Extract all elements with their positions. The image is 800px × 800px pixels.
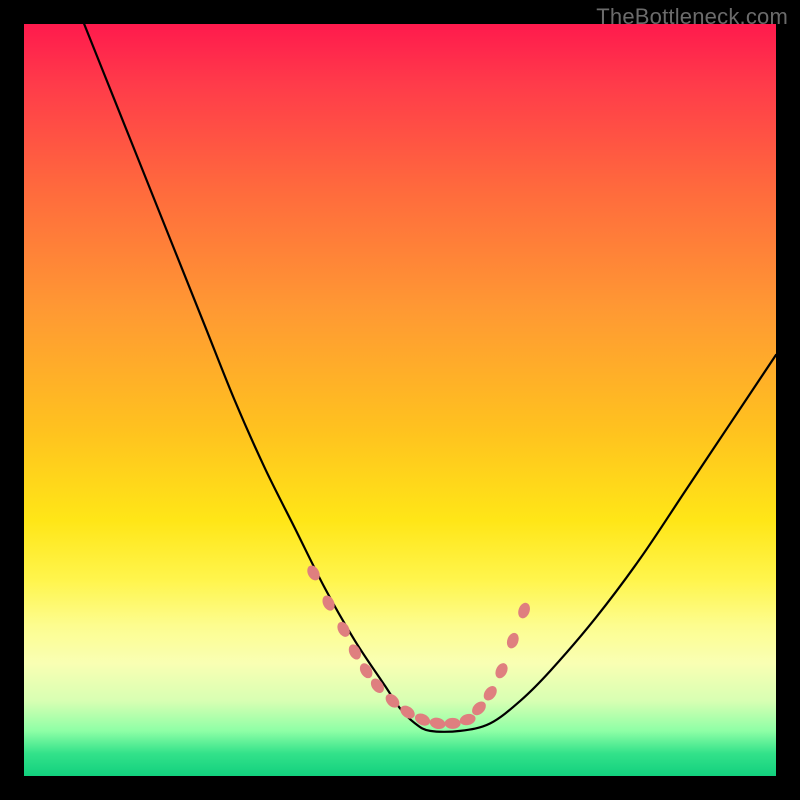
marker-dot [469, 699, 488, 718]
marker-dot [445, 718, 461, 729]
marker-dot [481, 684, 499, 703]
marker-dot [505, 631, 521, 650]
marker-dot [398, 703, 417, 721]
marker-dot [346, 642, 363, 661]
marker-dot [335, 620, 352, 639]
marker-dot [368, 676, 386, 695]
marker-dot [459, 712, 477, 727]
chart-svg [24, 24, 776, 776]
chart-frame [24, 24, 776, 776]
marker-dot [320, 593, 337, 612]
bottleneck-curve [84, 24, 776, 732]
marker-dot [493, 661, 510, 680]
marker-dot [383, 691, 402, 710]
watermark-text: TheBottleneck.com [596, 4, 788, 30]
marker-dot [516, 601, 532, 620]
marker-dot [429, 716, 447, 731]
marker-dot [413, 711, 432, 728]
marker-dot [305, 563, 323, 582]
marker-dots-group [305, 563, 532, 730]
marker-dot [357, 661, 375, 680]
